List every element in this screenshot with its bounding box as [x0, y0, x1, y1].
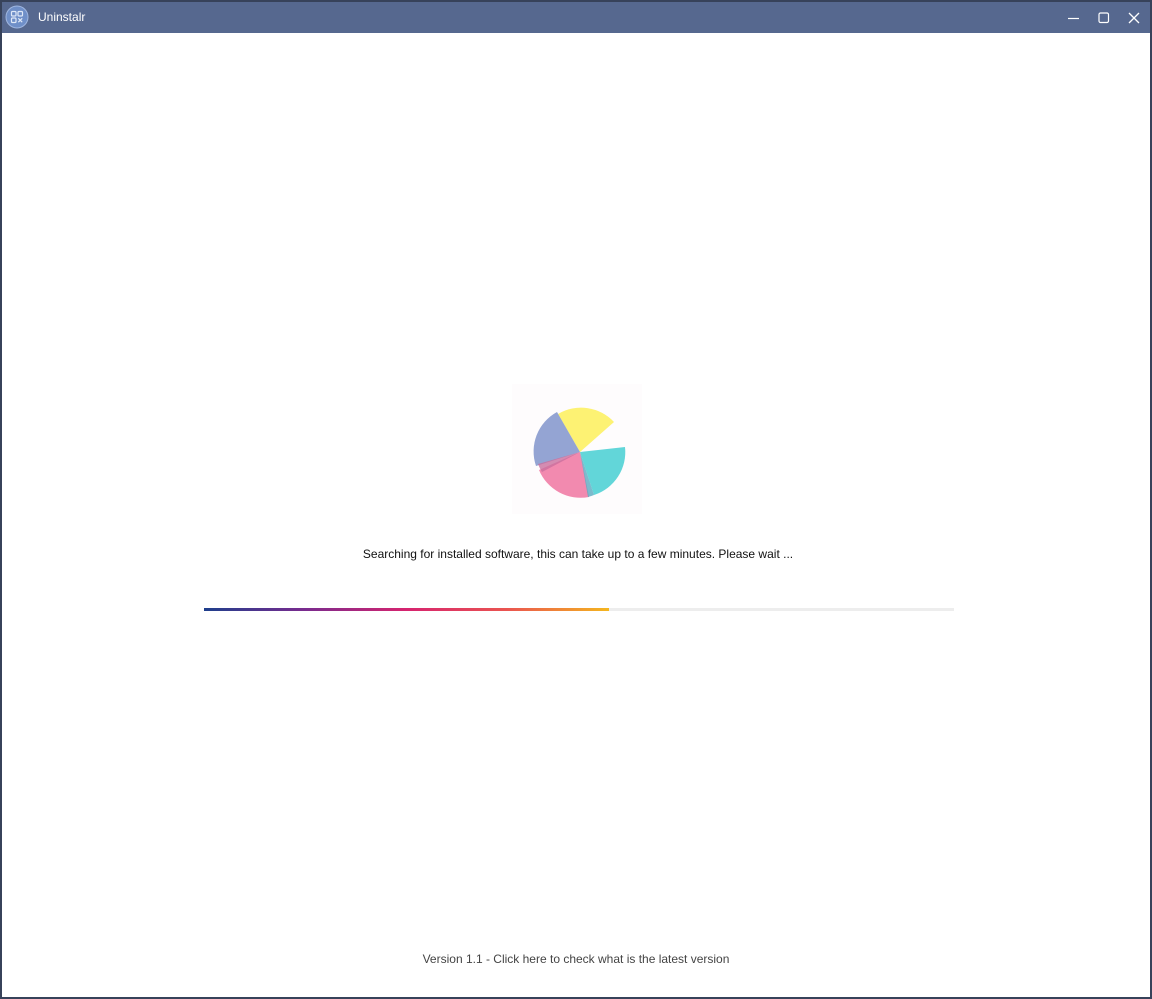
minimize-icon	[1068, 17, 1079, 19]
close-button[interactable]	[1119, 2, 1149, 33]
main-content: Searching for installed software, this c…	[2, 33, 1150, 997]
progress-bar	[204, 608, 954, 611]
app-logo-icon	[5, 5, 29, 29]
minimize-button[interactable]	[1059, 2, 1089, 33]
maximize-icon	[1098, 11, 1110, 23]
window-title: Uninstalr	[38, 10, 86, 24]
maximize-button[interactable]	[1089, 2, 1119, 33]
pie-loading-icon	[533, 407, 626, 498]
status-message: Searching for installed software, this c…	[362, 547, 794, 561]
close-icon	[1128, 12, 1140, 23]
title-bar[interactable]: Uninstalr	[2, 2, 1150, 33]
version-check-link[interactable]: Version 1.1 - Click here to check what i…	[2, 952, 1150, 966]
loading-spinner	[512, 384, 642, 514]
progress-fill	[204, 608, 609, 611]
app-window: Uninstalr Searching for installed softwa…	[0, 0, 1152, 999]
